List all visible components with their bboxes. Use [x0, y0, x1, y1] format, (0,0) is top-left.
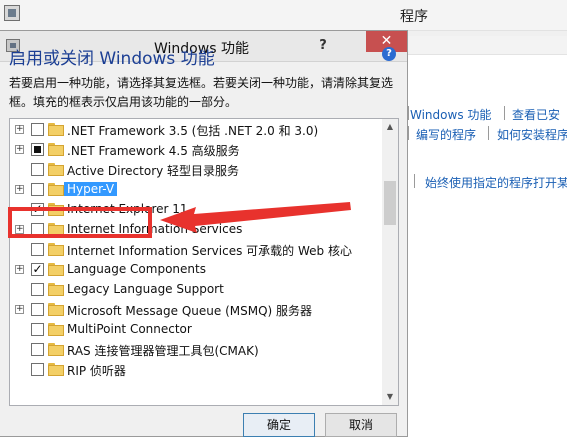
annotation-arrow-icon [160, 202, 351, 233]
ok-button[interactable]: 确定 [243, 413, 315, 437]
cancel-button[interactable]: 取消 [325, 413, 397, 437]
